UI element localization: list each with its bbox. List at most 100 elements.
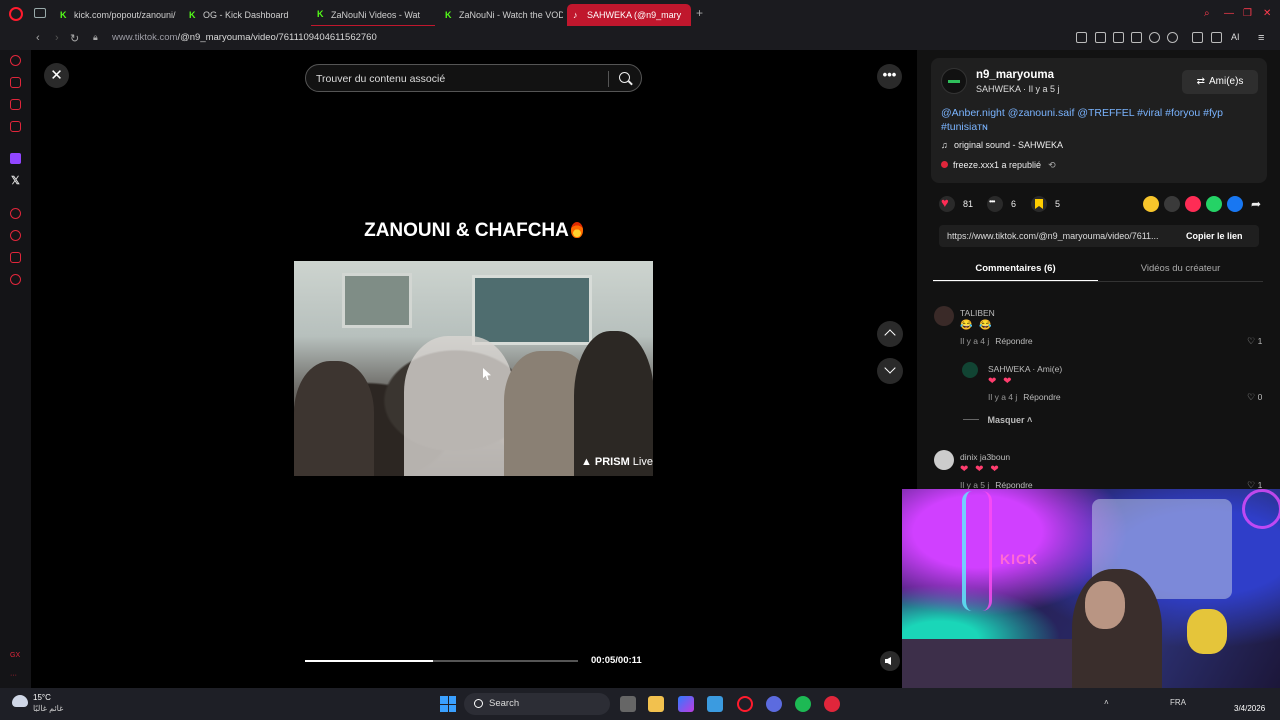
opera-gx-taskbar-icon[interactable] — [737, 696, 753, 712]
more-dots-icon[interactable]: ··· — [10, 672, 17, 679]
x-twitter-icon[interactable]: 𝕏 — [11, 174, 20, 187]
spotify-icon[interactable] — [795, 696, 811, 712]
taskbar-date[interactable]: 3/4/2026 — [1234, 704, 1265, 713]
tab-zanouni-vod[interactable]: K ZaNouNi - Watch the VOD — [439, 4, 563, 26]
comment-like-button[interactable]: 1 — [1247, 336, 1263, 347]
menu-icon[interactable]: ≡ — [1258, 32, 1264, 44]
favorites-icon[interactable] — [1167, 32, 1178, 43]
gx-player-icon[interactable] — [10, 121, 21, 132]
search-icon[interactable] — [619, 72, 630, 83]
address-bar: ‹ › ↻ 🔒︎ www.tiktok.com/@n9_maryouma/vid… — [0, 28, 1280, 50]
player-icon[interactable] — [1149, 32, 1160, 43]
chevron-up-icon — [884, 329, 896, 341]
reply-button[interactable]: Répondre — [995, 336, 1032, 346]
messenger-icon[interactable] — [10, 99, 21, 110]
player-sidebar-icon[interactable] — [10, 208, 21, 219]
tab-kick-popout[interactable]: K kick.com/popout/zanouni/ — [54, 4, 178, 26]
profile-icon[interactable] — [1192, 32, 1203, 43]
weather-temp[interactable]: 15°C — [33, 693, 51, 702]
facebook-icon[interactable] — [1227, 196, 1243, 212]
comment-icon — [987, 196, 1003, 212]
file-explorer-icon[interactable] — [648, 696, 664, 712]
close-video-button[interactable]: ✕ — [44, 63, 69, 88]
reply-button[interactable]: Répondre — [1023, 392, 1060, 402]
reply-username[interactable]: SAHWEKA · Ami(e) — [988, 364, 1062, 374]
discord-icon[interactable] — [766, 696, 782, 712]
close-window-icon[interactable]: ✕ — [1263, 8, 1271, 19]
bookmark-page-icon[interactable] — [1076, 32, 1087, 43]
share-friends-icon[interactable] — [1185, 196, 1201, 212]
weather-cloud-icon[interactable] — [12, 695, 28, 707]
gx-corner-icon[interactable] — [10, 77, 21, 88]
opera-logo-icon[interactable] — [9, 7, 23, 21]
share-link-url[interactable]: https://www.tiktok.com/@n9_maryouma/vide… — [947, 231, 1177, 241]
reload-icon[interactable]: ↻ — [70, 32, 79, 45]
swap-arrows-icon: ⇄ — [1196, 76, 1205, 87]
store-icon[interactable] — [707, 696, 723, 712]
post-caption[interactable]: @Anber.night @zanouni.saif @TREFFEL #vir… — [941, 106, 1261, 134]
friends-button[interactable]: ⇄ Ami(e)s — [1182, 70, 1258, 94]
next-video-button[interactable] — [877, 358, 903, 384]
comment-username[interactable]: TALIBEN — [960, 308, 995, 318]
downloads-icon[interactable] — [1211, 32, 1222, 43]
maximize-icon[interactable]: ❐ — [1243, 8, 1252, 19]
settings-gear-icon[interactable] — [10, 274, 21, 285]
tab-creator-videos[interactable]: Vidéos du créateur — [1098, 260, 1263, 282]
pip-icon[interactable] — [1113, 32, 1124, 43]
video-frame[interactable]: ▲ PRISM Live — [294, 261, 653, 476]
video-progress-bar[interactable] — [305, 660, 578, 662]
tab-tiktok-sahweka[interactable]: ♪ SAHWEKA (@n9_mary — [567, 4, 691, 26]
related-search-input[interactable]: Trouver du contenu associé — [305, 64, 642, 92]
ai-button[interactable]: AI — [1231, 32, 1240, 42]
history-icon[interactable] — [10, 230, 21, 241]
kick-favicon-icon: K — [189, 9, 196, 20]
new-tab-plus-icon[interactable]: + — [696, 7, 707, 19]
url-field[interactable]: www.tiktok.com/@n9_maryouma/video/761110… — [112, 32, 377, 43]
twitch-icon[interactable] — [10, 153, 21, 164]
gx-control-icon[interactable] — [10, 55, 21, 66]
comment-text: ❤ ❤ ❤ — [960, 464, 1001, 475]
copilot-icon[interactable] — [678, 696, 694, 712]
author-name[interactable]: n9_maryouma — [976, 69, 1054, 81]
translate-icon[interactable] — [1131, 32, 1142, 43]
tray-chevron-icon[interactable]: ˄ — [1104, 698, 1109, 707]
more-options-button[interactable]: ••• — [877, 64, 902, 89]
sound-link[interactable]: ♫ original sound - SAHWEKA — [941, 140, 1063, 150]
windows-start-icon[interactable] — [440, 696, 456, 712]
forward-icon[interactable]: › — [55, 32, 59, 44]
author-avatar[interactable] — [941, 68, 967, 94]
tab-zanouni-videos[interactable]: K ZaNouNi Videos - Wat — [311, 4, 435, 26]
volume-icon[interactable] — [880, 651, 900, 671]
tab-kick-dashboard[interactable]: K OG - Kick Dashboard — [183, 4, 307, 26]
browser-tab-bar: K kick.com/popout/zanouni/ K OG - Kick D… — [0, 0, 1280, 28]
taskbar-search[interactable]: Search — [464, 693, 610, 715]
hide-replies-button[interactable]: Masquer ˄ — [963, 415, 1033, 425]
like-button[interactable]: 81 — [939, 195, 973, 212]
copy-link-button[interactable]: Copier le lien — [1186, 231, 1243, 241]
snapshot-icon[interactable] — [1095, 32, 1106, 43]
reply-avatar[interactable] — [962, 362, 978, 378]
reply-like-button[interactable]: 0 — [1247, 392, 1263, 403]
comment-avatar[interactable] — [934, 306, 954, 326]
comment-button[interactable]: 6 — [987, 196, 1016, 212]
task-view-icon[interactable] — [620, 696, 636, 712]
save-button[interactable]: 5 — [1031, 196, 1060, 212]
minimize-icon[interactable]: — — [1224, 8, 1234, 19]
back-icon[interactable]: ‹ — [36, 32, 40, 44]
tab-comments[interactable]: Commentaires (6) — [933, 260, 1098, 282]
comment-avatar[interactable] — [934, 450, 954, 470]
comment-username[interactable]: dinix ja3boun — [960, 452, 1010, 462]
obs-icon[interactable] — [824, 696, 840, 712]
search-tabs-icon[interactable]: ⌕ — [1204, 8, 1210, 19]
share-arrow-icon[interactable]: ➦ — [1251, 197, 1261, 211]
video-player[interactable]: Trouver du contenu associé ZANOUNI & CHA… — [294, 50, 653, 688]
previous-video-button[interactable] — [877, 321, 903, 347]
share-coin-icon[interactable] — [1143, 196, 1159, 212]
video-overlay-title: ZANOUNI & CHAFCHA — [294, 220, 653, 242]
whatsapp-icon[interactable] — [1206, 196, 1222, 212]
embed-code-icon[interactable] — [1164, 196, 1180, 212]
tab-islands-icon[interactable] — [34, 8, 46, 18]
language-indicator[interactable]: FRA — [1170, 698, 1186, 707]
extensions-icon[interactable] — [10, 252, 21, 263]
music-note-icon: ♫ — [941, 140, 948, 150]
